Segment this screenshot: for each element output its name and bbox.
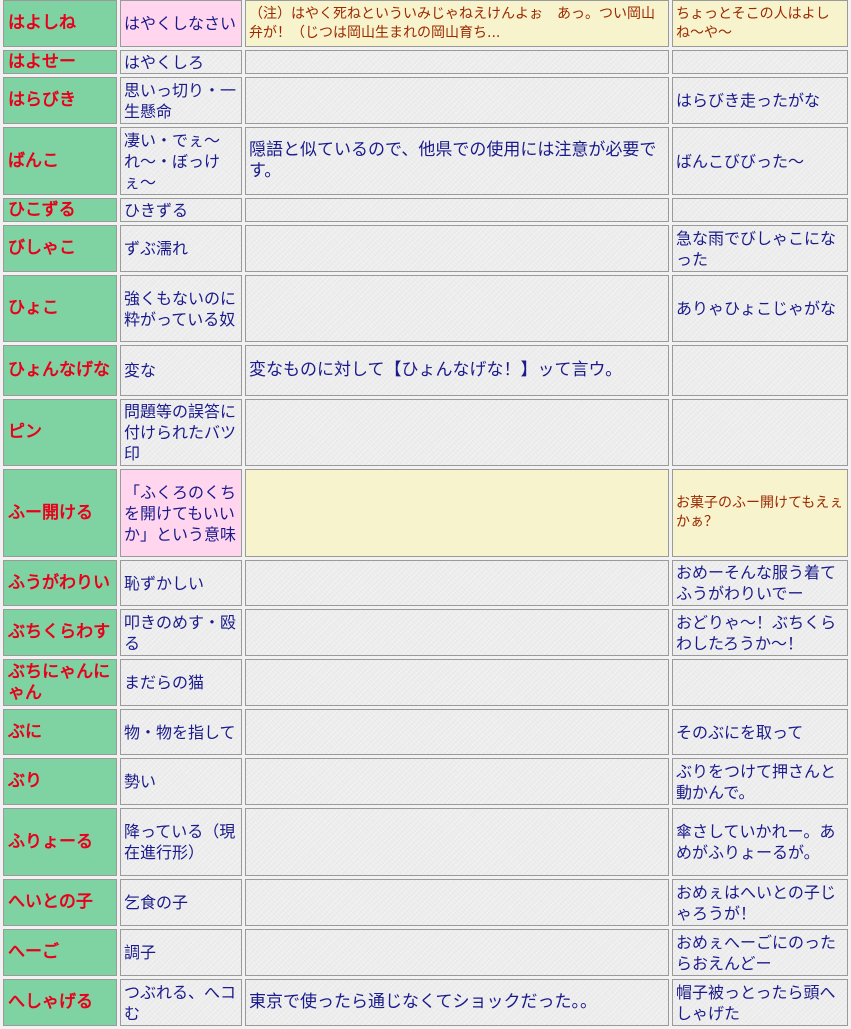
word-note [245,609,669,656]
word-meaning: ずぶ濡れ [120,225,242,272]
word-meaning: まだらの猫 [120,659,242,706]
word-note [245,275,669,342]
usage-example: おめーそんな服う着てふうがわりいでー [672,560,848,606]
word-note [245,198,669,222]
usage-example [672,50,848,74]
word-note [245,77,669,124]
word-meaning: はやくしろ [120,50,242,74]
usage-example: はらびき走ったがな [672,77,848,124]
table-row: はよしね はやくしなさい （注）はやく死ねといういみじゃねえけんよぉ あっ。つい… [3,0,848,47]
word-note [245,879,669,926]
word-meaning: 調子 [120,929,242,976]
word-note [245,50,669,74]
table-row: へーご 調子 おめぇへーごにのったらおえんどー [3,929,848,976]
dialect-word: ふー開ける [3,469,117,557]
table-row: へいとの子 乞食の子 おめぇはへいとの子じゃろうが！ [3,879,848,926]
dialect-word: ぶちにゃんにゃん [3,659,117,706]
word-meaning: 乞食の子 [120,879,242,926]
dialect-word: へいとの子 [3,879,117,926]
usage-example: ありゃひょこじゃがな [672,275,848,342]
dialect-word: はよしね [3,0,117,47]
usage-example [672,659,848,706]
dialect-word: びしゃこ [3,225,117,272]
dialect-word: へーご [3,929,117,976]
word-note [245,399,669,466]
word-meaning: 凄い・でぇ〜れ〜・ぼっけぇ〜 [120,127,242,195]
word-meaning: はやくしなさい [120,0,242,47]
usage-example: お菓子のふー開けてもえぇかぁ？ [672,469,848,557]
dialect-word: ふうがわりい [3,560,117,606]
dialect-word: ふりょーる [3,808,117,876]
table-row: ひょんなげな 変な 変なものに対して【ひょんなげな！】ッて言ウ。 [3,345,848,396]
table-row: ひょこ 強くもないのに粋がっている奴 ありゃひょこじゃがな [3,275,848,342]
table-row: びしゃこ ずぶ濡れ 急な雨でびしゃこになった [3,225,848,272]
word-note: 隠語と似ているので、他県での使用には注意が必要です。 [245,127,669,195]
word-meaning: 問題等の誤答に付けられたバツ印 [120,399,242,466]
usage-example: ちょっとそこの人はよしね〜や〜 [672,0,848,47]
dialect-word: はよせー [3,50,117,74]
table-row: ひこずる ひきずる [3,198,848,222]
word-meaning: 変な [120,345,242,396]
table-row: ピン 問題等の誤答に付けられたバツ印 [3,399,848,466]
word-note: （注）はやく死ねといういみじゃねえけんよぉ あっ。つい岡山弁が！（じつは岡山生ま… [245,0,669,47]
table-row: ぶり 勢い ぶりをつけて押さんと動かんで。 [3,758,848,805]
table-row: ぶに 物・物を指して そのぶにを取って [3,709,848,755]
usage-example: ぶりをつけて押さんと動かんで。 [672,758,848,805]
table-row: はらびき 思いっ切り・一生懸命 はらびき走ったがな [3,77,848,124]
word-meaning: ひきずる [120,198,242,222]
dialect-word: ばんこ [3,127,117,195]
usage-example: 急な雨でびしゃこになった [672,225,848,272]
dialect-word: ぶちくらわす [3,609,117,656]
word-meaning: 恥ずかしい [120,560,242,606]
word-note [245,929,669,976]
dialect-word: ひょんなげな [3,345,117,396]
dialect-word: ぶり [3,758,117,805]
usage-example: ばんこびびった〜 [672,127,848,195]
usage-example [672,399,848,466]
dialect-word: ひこずる [3,198,117,222]
word-meaning: 「ふくろのくちを開けてもいいか」という意味 [120,469,242,557]
usage-example [672,198,848,222]
word-note [245,709,669,755]
table-row: ふりょーる 降っている（現在進行形） 傘さしていかれー。あめがふりょーるが。 [3,808,848,876]
usage-example: おどりゃ〜！ぶちくらわしたろうか〜！ [672,609,848,656]
usage-example: 傘さしていかれー。あめがふりょーるが。 [672,808,848,876]
word-note [245,758,669,805]
usage-example: おめぇはへいとの子じゃろうが！ [672,879,848,926]
dialect-dictionary-table: はよしね はやくしなさい （注）はやく死ねといういみじゃねえけんよぉ あっ。つい… [0,0,851,1029]
table-row: はよせー はやくしろ [3,50,848,74]
usage-example: そのぶにを取って [672,709,848,755]
usage-example [672,345,848,396]
table-row: ぶちにゃんにゃん まだらの猫 [3,659,848,706]
dialect-word: ピン [3,399,117,466]
table-row: ふー開ける 「ふくろのくちを開けてもいいか」という意味 お菓子のふー開けてもえぇ… [3,469,848,557]
table-row: ばんこ 凄い・でぇ〜れ〜・ぼっけぇ〜 隠語と似ているので、他県での使用には注意が… [3,127,848,195]
word-meaning: 降っている（現在進行形） [120,808,242,876]
word-note: 変なものに対して【ひょんなげな！】ッて言ウ。 [245,345,669,396]
word-note [245,560,669,606]
word-note [245,659,669,706]
word-meaning: 思いっ切り・一生懸命 [120,77,242,124]
word-note [245,808,669,876]
word-note [245,469,669,557]
word-note [245,225,669,272]
table-row: ふうがわりい 恥ずかしい おめーそんな服う着てふうがわりいでー [3,560,848,606]
word-meaning: 叩きのめす・殴る [120,609,242,656]
word-meaning: 物・物を指して [120,709,242,755]
dialect-word: ひょこ [3,275,117,342]
table-row: ぶちくらわす 叩きのめす・殴る おどりゃ〜！ぶちくらわしたろうか〜！ [3,609,848,656]
word-meaning: 強くもないのに粋がっている奴 [120,275,242,342]
dialect-word: ぶに [3,709,117,755]
word-meaning: 勢い [120,758,242,805]
usage-example: おめぇへーごにのったらおえんどー [672,929,848,976]
dialect-word: はらびき [3,77,117,124]
